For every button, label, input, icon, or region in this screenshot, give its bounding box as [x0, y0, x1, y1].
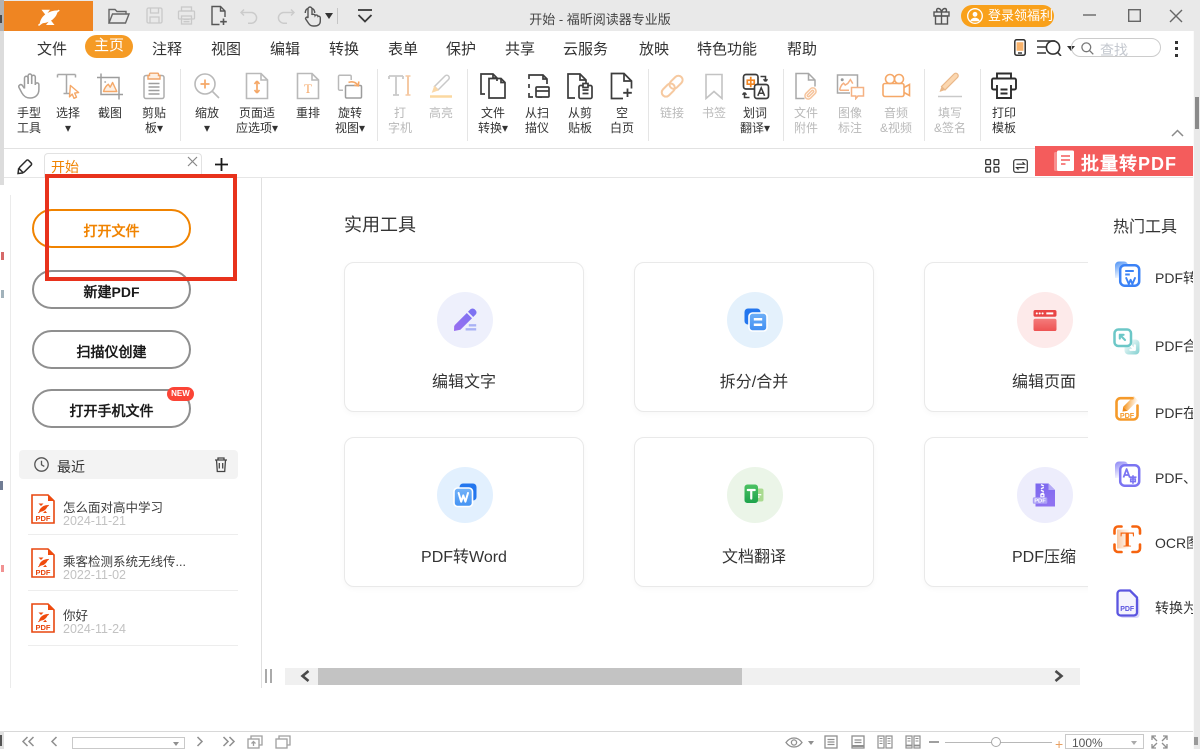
svg-text:PDF: PDF [36, 514, 51, 523]
svg-text:PDF: PDF [1120, 606, 1135, 613]
svg-text:T: T [304, 81, 312, 96]
svg-text:PDF: PDF [36, 568, 51, 577]
svg-text:PDF: PDF [36, 623, 51, 632]
svg-text:PDF: PDF [1034, 498, 1046, 504]
svg-text:PDF: PDF [1120, 411, 1135, 420]
svg-text:T: T [1120, 528, 1134, 552]
